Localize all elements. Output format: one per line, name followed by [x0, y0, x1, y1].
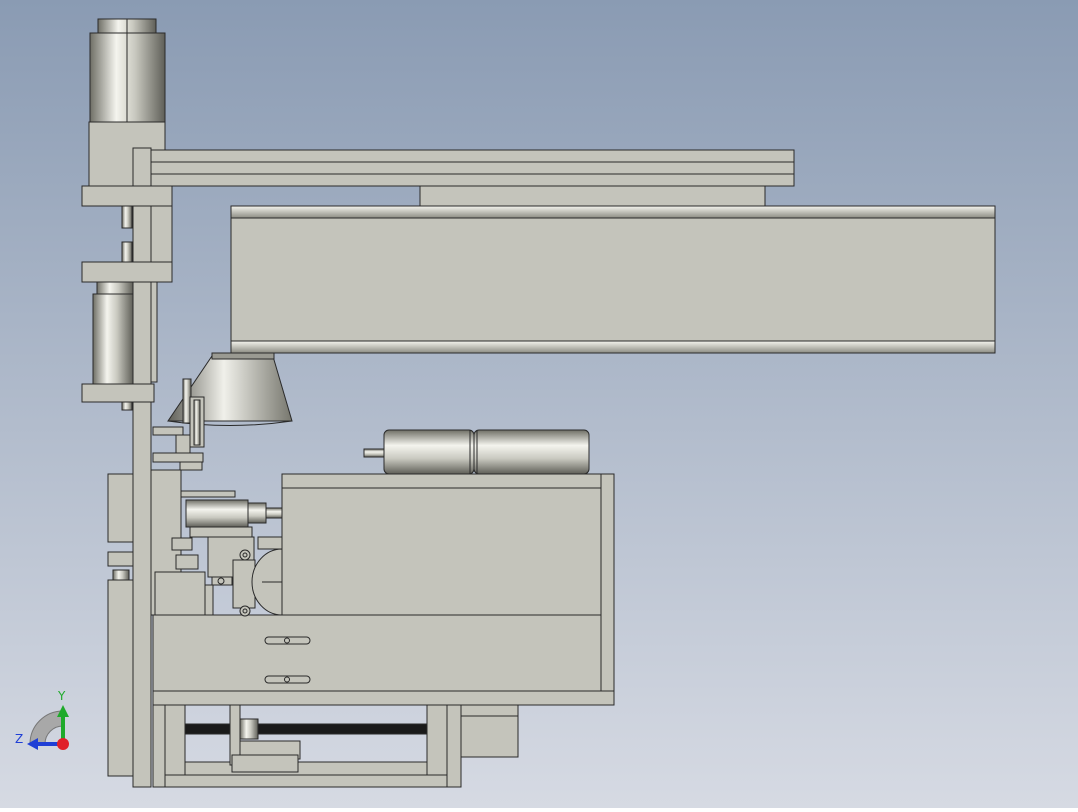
main-beam: [230, 205, 996, 354]
drive-motor: [363, 429, 590, 475]
left-side-blocks: [107, 473, 134, 777]
top-cylinder: [89, 18, 166, 123]
cad-drawing: Y Z: [0, 0, 1078, 808]
triad-z-label: Z: [15, 732, 23, 746]
triad-y-label: Y: [57, 689, 66, 703]
cad-viewport[interactable]: Y Z: [0, 0, 1078, 808]
triad-x-origin: [57, 738, 69, 750]
